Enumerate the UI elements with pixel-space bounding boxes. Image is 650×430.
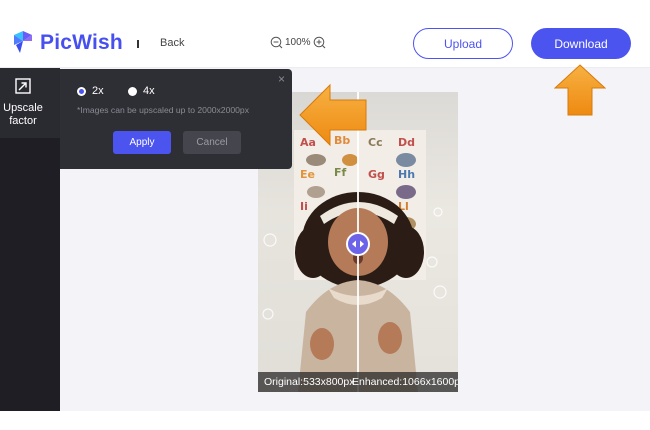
download-button[interactable]: Download [531,28,631,59]
original-resolution: Original:533x800px [264,376,355,388]
cancel-button[interactable]: Cancel [183,131,241,154]
upscale-tool[interactable]: Upscale factor [0,68,60,138]
compare-slider-handle[interactable] [346,232,370,256]
resolution-caption: Original:533x800px Enhanced:1066x1600px [258,372,458,392]
left-right-arrows-icon [352,240,364,248]
upscale-limit-note: *Images can be upscaled up to 2000x2000p… [77,105,250,115]
radio-4x-label: 4x [143,85,155,97]
app-root: PicWish Back 100% Upload Download Upscal… [0,0,650,430]
apply-button[interactable]: Apply [113,131,171,154]
back-link[interactable]: Back [160,37,184,49]
zoom-control: 100% [270,36,326,49]
annotation-arrow-left-icon [299,83,367,147]
radio-selected-icon [77,86,86,96]
picwish-logo-icon [14,31,32,53]
radio-2x-label: 2x [92,85,104,97]
upload-button[interactable]: Upload [413,28,513,59]
radio-2x[interactable]: 2x [77,85,104,97]
enhanced-resolution: Enhanced:1066x1600px [352,376,458,388]
zoom-out-icon[interactable] [270,36,283,49]
upscale-panel: × 2x 4x *Images can be upscaled up to 20… [60,69,292,169]
top-bar: PicWish Back 100% Upload Download [0,0,650,68]
tool-sidebar: Upscale factor [0,68,60,411]
close-icon[interactable]: × [278,72,285,86]
upscale-icon [15,78,31,94]
radio-4x[interactable]: 4x [128,85,155,97]
radio-unselected-icon [128,86,137,96]
upscale-tool-label: Upscale factor [3,102,43,127]
zoom-in-icon[interactable] [313,36,326,49]
annotation-arrow-up-icon [554,64,606,116]
brand-name: PicWish [40,31,123,54]
zoom-level: 100% [285,37,311,48]
header-separator [137,40,139,48]
